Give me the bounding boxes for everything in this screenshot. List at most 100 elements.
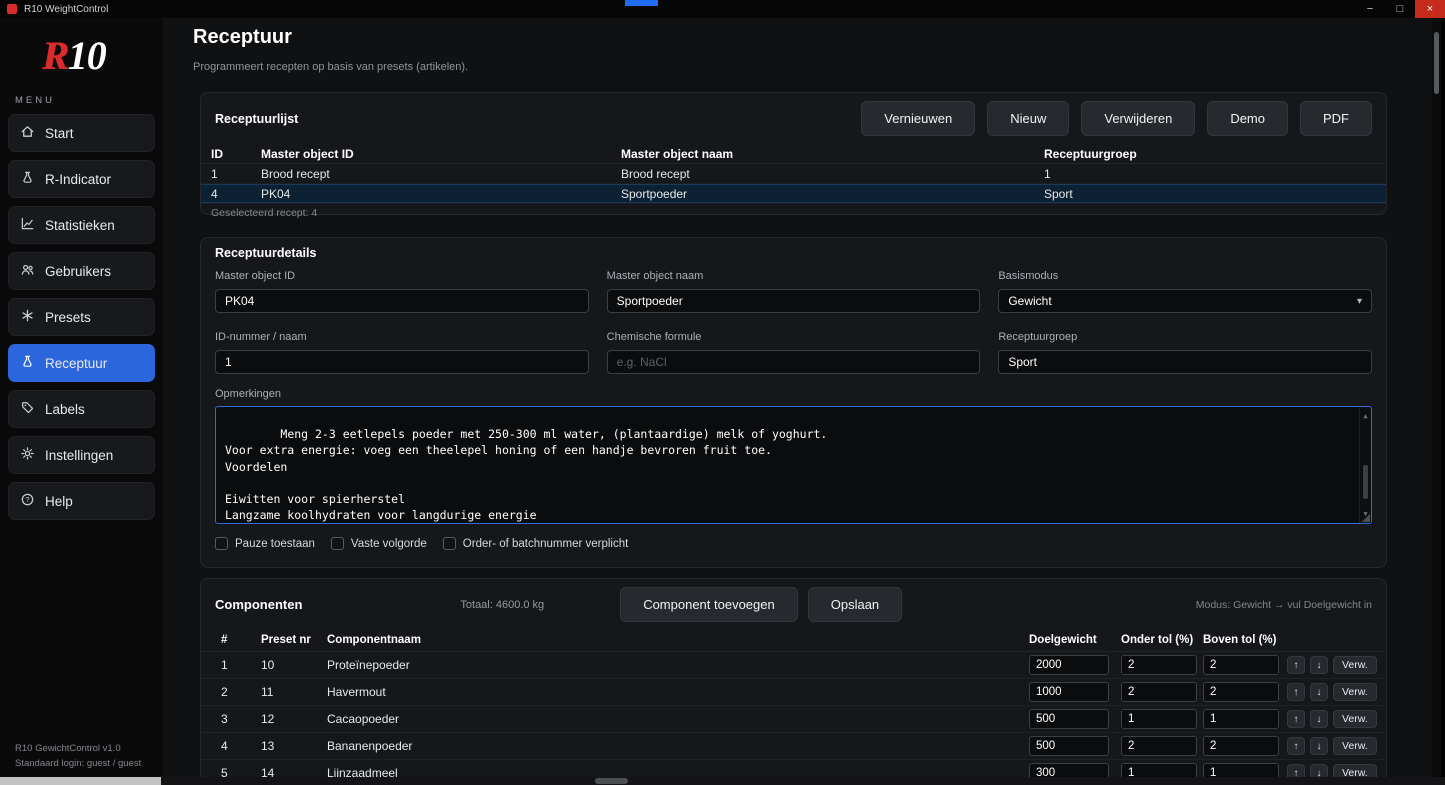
recipe-list-toolbar: Vernieuwen Nieuw Verwijderen Demo PDF — [861, 101, 1372, 136]
id-nummer-input[interactable] — [215, 350, 589, 374]
page-subtitle: Programmeert recepten op basis van prese… — [193, 61, 468, 73]
vertical-scroll-thumb[interactable] — [1434, 32, 1439, 94]
minimize-button[interactable]: − — [1355, 0, 1385, 18]
sidebar-item-labels[interactable]: Labels — [8, 390, 155, 428]
cell-preset: 12 — [261, 712, 327, 726]
field-receptuurgroep: Receptuurgroep — [998, 331, 1372, 374]
close-button[interactable]: × — [1415, 0, 1445, 18]
checkbox-icon — [215, 537, 228, 550]
move-down-button[interactable]: ↓ — [1310, 656, 1328, 674]
sidebar-item-receptuur[interactable]: Receptuur — [8, 344, 155, 382]
horizontal-scroll-thumb-left[interactable] — [0, 777, 161, 785]
cell-index: 2 — [221, 685, 261, 699]
add-component-button[interactable]: Component toevoegen — [620, 587, 798, 622]
cell-index: 1 — [221, 658, 261, 672]
titlebar: R10 WeightControl − □ × — [0, 0, 1445, 18]
components-title: Componenten — [215, 597, 302, 612]
vaste-volgorde-checkbox[interactable]: Vaste volgorde — [331, 537, 427, 550]
window-controls: − □ × — [1355, 0, 1445, 18]
remove-component-button[interactable]: Verw. — [1333, 737, 1377, 755]
sidebar-menu: Start R-Indicator Statistieken Gebruiker… — [0, 114, 163, 520]
cell-naam: Bananenpoeder — [327, 739, 1029, 753]
recipe-list-card: Receptuurlijst Vernieuwen Nieuw Verwijde… — [200, 92, 1387, 215]
components-card: Componenten Totaal: 4600.0 kg Component … — [200, 578, 1387, 785]
field-label: Basismodus — [998, 270, 1372, 282]
recipe-details-card: Receptuurdetails Master object ID Master… — [200, 237, 1387, 568]
default-login: Standaard login: guest / guest — [15, 756, 141, 771]
refresh-button[interactable]: Vernieuwen — [861, 101, 975, 136]
sidebar-item-gebruikers[interactable]: Gebruikers — [8, 252, 155, 290]
batchnummer-verplicht-checkbox[interactable]: Order- of batchnummer verplicht — [443, 537, 629, 550]
vertical-scrollbar[interactable] — [1432, 18, 1441, 777]
horizontal-scrollbar[interactable] — [0, 777, 1445, 785]
onder-tol-input[interactable] — [1121, 736, 1197, 756]
boven-tol-input[interactable] — [1203, 655, 1279, 675]
pdf-button[interactable]: PDF — [1300, 101, 1372, 136]
asterisk-icon — [20, 308, 35, 326]
tag-icon — [20, 400, 35, 418]
move-down-button[interactable]: ↓ — [1310, 710, 1328, 728]
app-version: R10 GewichtControl v1.0 — [15, 741, 141, 756]
doelgewicht-input[interactable] — [1029, 709, 1109, 729]
pauze-toestaan-checkbox[interactable]: Pauze toestaan — [215, 537, 315, 550]
boven-tol-input[interactable] — [1203, 736, 1279, 756]
sidebar-item-label: Receptuur — [45, 356, 107, 371]
col-master-object-naam: Master object naam — [621, 147, 1044, 161]
doelgewicht-input[interactable] — [1029, 736, 1109, 756]
col-master-object-id: Master object ID — [261, 147, 621, 161]
master-object-id-input[interactable] — [215, 289, 589, 313]
master-object-naam-input[interactable] — [607, 289, 981, 313]
boven-tol-input[interactable] — [1203, 709, 1279, 729]
cell-master-naam: Brood recept — [621, 167, 1044, 181]
flask-icon — [20, 354, 35, 372]
move-up-button[interactable]: ↑ — [1287, 710, 1305, 728]
sidebar-item-start[interactable]: Start — [8, 114, 155, 152]
sidebar-item-help[interactable]: ? Help — [8, 482, 155, 520]
component-row: 1 10 Proteïnepoeder ↑ ↓ Verw. — [201, 652, 1386, 679]
horizontal-scroll-thumb[interactable] — [595, 778, 628, 784]
remove-component-button[interactable]: Verw. — [1333, 683, 1377, 701]
move-down-button[interactable]: ↓ — [1310, 737, 1328, 755]
move-down-button[interactable]: ↓ — [1310, 683, 1328, 701]
onder-tol-input[interactable] — [1121, 655, 1197, 675]
onder-tol-input[interactable] — [1121, 682, 1197, 702]
sidebar-item-r-indicator[interactable]: R-Indicator — [8, 160, 155, 198]
sidebar-item-instellingen[interactable]: Instellingen — [8, 436, 155, 474]
cell-groep: 1 — [1044, 167, 1376, 181]
new-button[interactable]: Nieuw — [987, 101, 1069, 136]
textarea-scroll-thumb[interactable] — [1363, 465, 1368, 499]
move-up-button[interactable]: ↑ — [1287, 737, 1305, 755]
sidebar-item-statistieken[interactable]: Statistieken — [8, 206, 155, 244]
checkbox-icon — [331, 537, 344, 550]
cell-naam: Proteïnepoeder — [327, 658, 1029, 672]
move-up-button[interactable]: ↑ — [1287, 656, 1305, 674]
save-button[interactable]: Opslaan — [808, 587, 902, 622]
resize-handle[interactable] — [1361, 513, 1370, 522]
scroll-up-icon[interactable]: ▲ — [1363, 408, 1367, 424]
remove-component-button[interactable]: Verw. — [1333, 710, 1377, 728]
chemische-formule-input[interactable] — [607, 350, 981, 374]
delete-button[interactable]: Verwijderen — [1081, 101, 1195, 136]
sidebar-item-presets[interactable]: Presets — [8, 298, 155, 336]
receptuurgroep-input[interactable] — [998, 350, 1372, 374]
opmerkingen-textarea[interactable]: Meng 2-3 eetlepels poeder met 250-300 ml… — [215, 406, 1372, 524]
remove-component-button[interactable]: Verw. — [1333, 656, 1377, 674]
col-onder-tol: Onder tol (%) — [1121, 634, 1203, 646]
move-up-button[interactable]: ↑ — [1287, 683, 1305, 701]
maximize-button[interactable]: □ — [1385, 0, 1415, 18]
recipe-row-selected[interactable]: 4 PK04 Sportpoeder Sport — [201, 184, 1386, 204]
top-accent-bar — [625, 0, 658, 6]
cell-id: 1 — [211, 167, 261, 181]
onder-tol-input[interactable] — [1121, 709, 1197, 729]
basismodus-select[interactable]: Gewicht ▾ — [998, 289, 1372, 313]
boven-tol-input[interactable] — [1203, 682, 1279, 702]
recipe-row[interactable]: 1 Brood recept Brood recept 1 — [201, 164, 1386, 184]
mode-note: Modus: Gewicht → vul Doelgewicht in — [1196, 599, 1372, 611]
doelgewicht-input[interactable] — [1029, 682, 1109, 702]
col-doelgewicht: Doelgewicht — [1029, 634, 1121, 646]
field-master-object-naam: Master object naam — [607, 270, 981, 313]
demo-button[interactable]: Demo — [1207, 101, 1288, 136]
cell-naam: Havermout — [327, 685, 1029, 699]
col-preset-nr: Preset nr — [261, 634, 327, 646]
doelgewicht-input[interactable] — [1029, 655, 1109, 675]
